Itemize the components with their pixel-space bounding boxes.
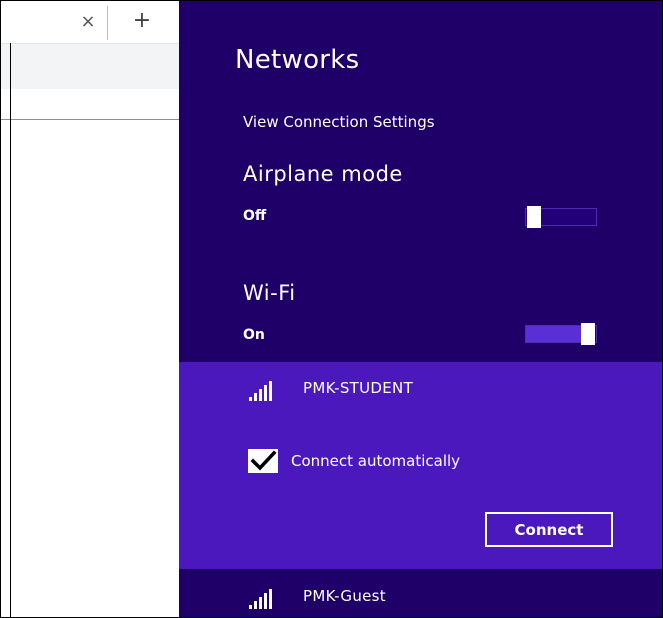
toggle-thumb — [581, 323, 595, 345]
new-tab-icon[interactable]: + — [129, 9, 155, 35]
airplane-mode-toggle[interactable] — [525, 206, 597, 228]
network-name: PMK-Guest — [303, 587, 386, 605]
wifi-signal-icon — [249, 381, 272, 401]
wifi-state: On — [243, 327, 265, 343]
network-name: PMK-STUDENT — [303, 379, 414, 397]
airplane-mode-title: Airplane mode — [243, 162, 403, 186]
network-item-pmk-guest[interactable]: PMK-Guest — [179, 581, 662, 617]
airplane-mode-state: Off — [243, 208, 267, 224]
toggle-thumb — [527, 206, 541, 228]
connect-automatically-label: Connect automatically — [291, 452, 461, 470]
connect-button[interactable]: Connect — [485, 512, 613, 547]
toggle-fill — [526, 326, 582, 342]
connect-automatically-checkbox[interactable] — [248, 449, 278, 473]
checkmark-icon — [250, 450, 277, 471]
wifi-title: Wi-Fi — [243, 281, 296, 305]
network-item-pmk-student[interactable]: PMK-STUDENT — [179, 375, 662, 415]
wifi-toggle[interactable] — [525, 323, 597, 345]
view-connection-settings-link[interactable]: View Connection Settings — [243, 113, 435, 131]
screen: × + Networks View Connection Settings Ai… — [0, 0, 663, 618]
browser-window: × + — [1, 1, 179, 617]
tab-strip: × + — [1, 1, 179, 43]
browser-toolbar — [1, 43, 179, 89]
wifi-signal-icon — [249, 589, 272, 609]
toolbar-divider — [1, 119, 179, 120]
panel-title: Networks — [235, 45, 360, 75]
networks-panel: Networks View Connection Settings Airpla… — [179, 1, 662, 617]
tab-divider — [107, 6, 108, 40]
content-edge — [10, 43, 11, 617]
close-tab-icon[interactable]: × — [79, 9, 97, 35]
